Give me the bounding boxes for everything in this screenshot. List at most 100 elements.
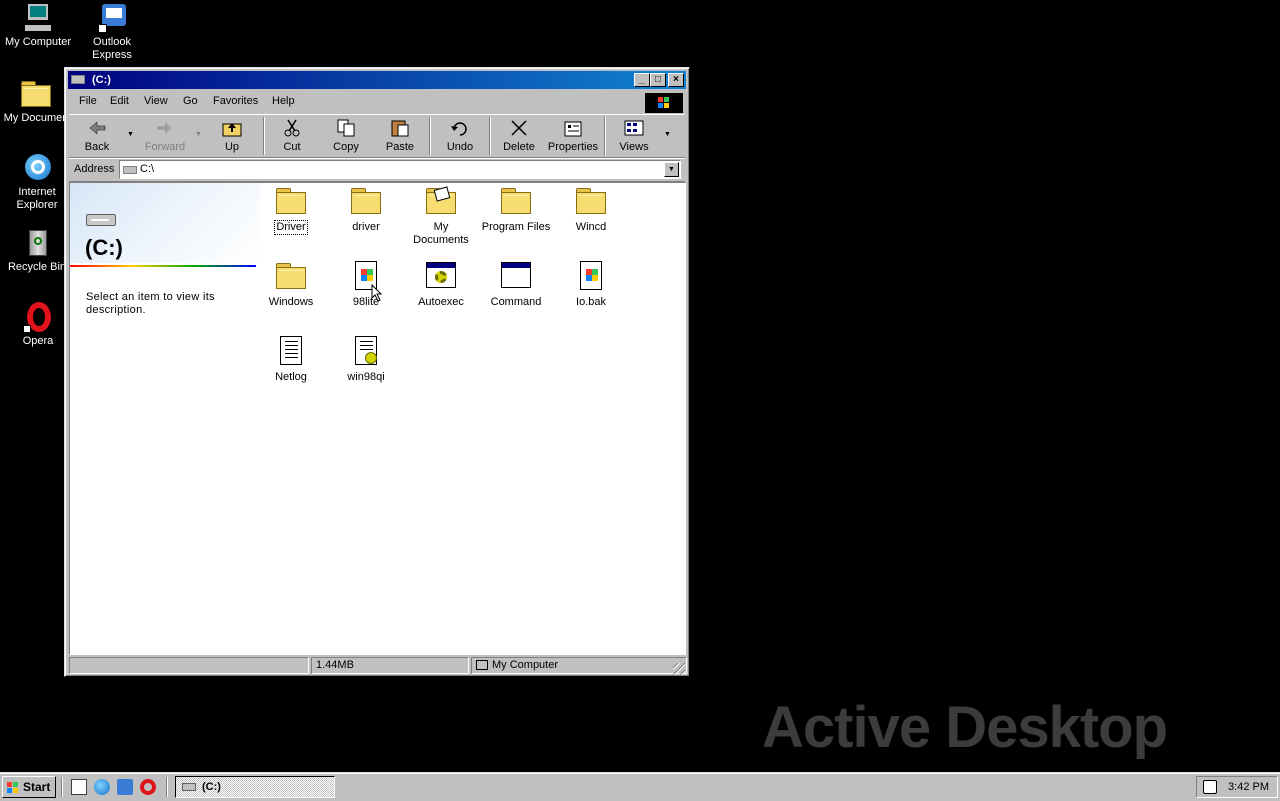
- forward-button[interactable]: Forward: [139, 118, 191, 156]
- folder-icon: [20, 78, 52, 110]
- clock[interactable]: 3:42 PM: [1228, 781, 1269, 793]
- menu-file[interactable]: File: [79, 95, 97, 107]
- views-label: Views: [619, 141, 649, 153]
- recycle-bin-icon: [21, 227, 53, 259]
- title-bar[interactable]: (C:) _ □ ×: [68, 71, 686, 89]
- toolbar-separator: [263, 117, 265, 155]
- file-item-folder[interactable]: Wincd: [554, 185, 628, 234]
- address-input[interactable]: C:\ ▼: [119, 160, 681, 179]
- desktop-icon-my-documents[interactable]: My Documen: [0, 78, 74, 125]
- up-folder-icon: [221, 119, 243, 137]
- properties-button[interactable]: Properties: [544, 118, 602, 156]
- menu-go[interactable]: Go: [183, 95, 198, 107]
- status-bar: 1.44MB My Computer: [69, 657, 687, 675]
- file-item-document[interactable]: 98lite: [329, 260, 403, 309]
- scheduler-icon[interactable]: [1203, 780, 1217, 794]
- properties-label: Properties: [547, 141, 599, 153]
- windows-logo-icon: [645, 93, 683, 113]
- web-view-info-pane: (C:) Select an item to view its descript…: [70, 183, 260, 654]
- windows-flag-icon: [7, 782, 19, 793]
- file-name: My Documents: [413, 221, 469, 246]
- folder-icon: [350, 185, 382, 217]
- forward-label: Forward: [144, 141, 186, 153]
- file-name: win98qi: [347, 371, 385, 383]
- paste-button[interactable]: Paste: [374, 118, 426, 156]
- views-grid-icon: [623, 119, 645, 137]
- explorer-window[interactable]: (C:) _ □ × File Edit View Go Favorites H…: [64, 67, 690, 677]
- cut-label: Cut: [283, 141, 301, 153]
- taskbar-button-c-drive[interactable]: (C:): [175, 776, 335, 798]
- my-documents-folder-icon: [425, 185, 457, 217]
- window-title: (C:): [92, 74, 111, 86]
- drive-icon: [71, 75, 85, 84]
- delete-button[interactable]: Delete: [493, 118, 545, 156]
- file-name: Driver: [274, 220, 308, 235]
- back-button[interactable]: Back: [71, 118, 123, 156]
- folder-view[interactable]: (C:) Select an item to view its descript…: [69, 182, 686, 655]
- desktop-icon-outlook-express[interactable]: Outlook Express: [74, 2, 150, 62]
- menu-view[interactable]: View: [144, 95, 168, 107]
- file-name: Netlog: [275, 371, 307, 383]
- desktop-icon-my-computer[interactable]: My Computer: [0, 2, 76, 49]
- show-desktop-icon[interactable]: [71, 779, 87, 795]
- menu-favorites[interactable]: Favorites: [213, 95, 258, 107]
- menu-edit[interactable]: Edit: [110, 95, 129, 107]
- menu-bar: File Edit View Go Favorites Help: [69, 92, 685, 113]
- close-button[interactable]: ×: [668, 73, 684, 87]
- menu-help[interactable]: Help: [272, 95, 295, 107]
- file-item-program[interactable]: Command: [479, 260, 553, 309]
- paste-label: Paste: [385, 141, 415, 153]
- file-item-folder[interactable]: Windows: [254, 260, 328, 309]
- setup-info-document-icon: [350, 335, 382, 367]
- views-button[interactable]: Views: [608, 118, 660, 156]
- forward-dropdown-arrow[interactable]: ▼: [195, 131, 202, 138]
- taskbar-button-label: (C:): [202, 781, 221, 793]
- standard-toolbar: Back ▼ Forward ▼ Up Cut Copy Paste Undo …: [69, 114, 685, 158]
- undo-icon: [449, 119, 471, 137]
- views-dropdown-arrow[interactable]: ▼: [664, 131, 671, 138]
- resize-grip[interactable]: [673, 663, 685, 675]
- paste-icon: [389, 119, 411, 137]
- up-label: Up: [224, 141, 240, 153]
- delete-label: Delete: [503, 141, 535, 153]
- file-item-folder[interactable]: driver: [329, 185, 403, 234]
- file-name: Command: [490, 296, 542, 308]
- maximize-button[interactable]: □: [650, 73, 666, 87]
- folder-icon: [500, 185, 532, 217]
- internet-explorer-icon: [21, 152, 53, 184]
- system-tray: 3:42 PM: [1196, 776, 1278, 798]
- address-dropdown-button[interactable]: ▼: [664, 162, 679, 177]
- batch-gear-icon: [425, 260, 457, 292]
- delete-x-icon: [508, 119, 530, 137]
- status-zone: My Computer: [471, 657, 687, 674]
- file-item-folder[interactable]: My Documents: [404, 185, 478, 247]
- cut-button[interactable]: Cut: [266, 118, 318, 156]
- opera-icon[interactable]: [140, 779, 156, 795]
- file-item-batch[interactable]: Autoexec: [404, 260, 478, 309]
- program-window-icon: [500, 260, 532, 292]
- internet-explorer-icon[interactable]: [94, 779, 110, 795]
- file-item-folder[interactable]: Program Files: [479, 185, 553, 234]
- file-item-document[interactable]: Io.bak: [554, 260, 628, 309]
- back-dropdown-arrow[interactable]: ▼: [127, 131, 134, 138]
- status-size: 1.44MB: [311, 657, 469, 674]
- drive-icon: [182, 783, 196, 791]
- outlook-express-icon[interactable]: [117, 779, 133, 795]
- start-button[interactable]: Start: [2, 776, 56, 798]
- status-zone-label: My Computer: [492, 659, 559, 671]
- active-desktop-watermark: Active Desktop: [762, 695, 1168, 760]
- desktop-icon-label: Outlook Express: [92, 36, 132, 61]
- undo-button[interactable]: Undo: [434, 118, 486, 156]
- file-name: Windows: [268, 296, 314, 308]
- copy-button[interactable]: Copy: [320, 118, 372, 156]
- minimize-button[interactable]: _: [634, 73, 650, 87]
- file-item-text[interactable]: Netlog: [254, 335, 328, 384]
- up-button[interactable]: Up: [206, 118, 258, 156]
- computer-icon: [476, 660, 488, 670]
- copy-label: Copy: [333, 141, 359, 153]
- file-item-folder[interactable]: Driver: [254, 185, 328, 235]
- file-item-text[interactable]: win98qi: [329, 335, 403, 384]
- back-label: Back: [84, 141, 110, 153]
- info-pane-divider: [70, 265, 256, 267]
- undo-label: Undo: [446, 141, 474, 153]
